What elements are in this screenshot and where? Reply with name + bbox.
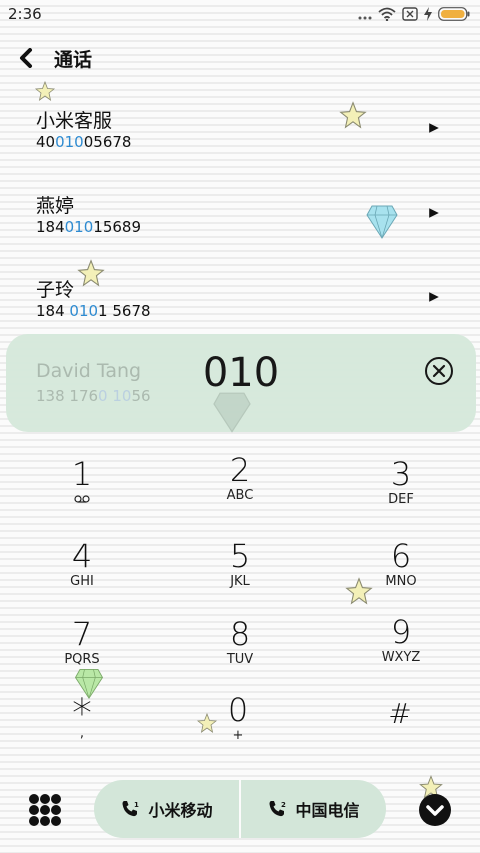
- page-title: 通话: [54, 49, 93, 71]
- key-4[interactable]: 4 GHI: [12, 538, 152, 608]
- diamond-sticker-icon: [366, 205, 398, 239]
- svg-text:1: 1: [134, 801, 139, 809]
- phone-sim2-icon: 2: [269, 801, 286, 817]
- contact-number: 18401015689: [36, 218, 141, 236]
- clear-icon: [425, 357, 453, 385]
- call-sim2-button[interactable]: 2 中国电信: [241, 780, 386, 838]
- contact-number: 4001005678: [36, 133, 132, 151]
- sim-x-icon: [402, 6, 418, 25]
- diamond-sticker-icon: [213, 392, 251, 433]
- grid-icon: [29, 794, 61, 826]
- phone-sim1-icon: 1: [122, 801, 139, 817]
- key-3[interactable]: 3 DEF: [331, 456, 471, 526]
- star-sticker-icon: [339, 101, 367, 129]
- collapse-icon: [419, 794, 451, 826]
- wifi-icon: [378, 6, 396, 25]
- key-hash[interactable]: #: [330, 696, 470, 766]
- key-5[interactable]: 5 JKL: [170, 538, 310, 608]
- play-arrow-icon[interactable]: [428, 207, 440, 219]
- sim-call-group: 1 小米移动 2 中国电信: [94, 780, 386, 838]
- dots-icon: [358, 6, 372, 25]
- voicemail-icon: [12, 492, 152, 508]
- star-sticker-icon: [345, 577, 373, 605]
- contact-name: 小米客服: [36, 110, 113, 132]
- contact-name: 子玲: [36, 279, 75, 301]
- status-bar: 2:36: [0, 0, 480, 28]
- contact-name: 燕婷: [36, 195, 75, 217]
- call-sim1-button[interactable]: 1 小米移动: [94, 780, 239, 838]
- play-arrow-icon[interactable]: [428, 122, 440, 134]
- keypad-toggle-button[interactable]: [28, 793, 62, 827]
- status-icons: [358, 6, 470, 25]
- back-icon: [20, 48, 32, 68]
- diamond-sticker-icon: [74, 668, 104, 700]
- bottom-bar: 1 小米移动 2 中国电信: [0, 778, 480, 842]
- contact-row[interactable]: 小米客服 4001005678: [0, 106, 480, 186]
- key-2[interactable]: 2 ABC: [170, 452, 310, 522]
- header: 通话: [0, 40, 480, 76]
- clear-button[interactable]: [424, 356, 454, 386]
- back-button[interactable]: [14, 46, 38, 70]
- contact-row[interactable]: 燕婷 18401015689: [0, 191, 480, 271]
- collapse-keypad-button[interactable]: [418, 793, 452, 827]
- key-1[interactable]: 1: [12, 456, 152, 526]
- star-sticker-icon: [34, 80, 56, 101]
- key-0[interactable]: 0 +: [168, 692, 308, 762]
- key-8[interactable]: 8 TUV: [170, 616, 310, 686]
- status-time: 2:36: [8, 5, 42, 23]
- key-star[interactable]: * ,: [12, 694, 152, 766]
- svg-text:2: 2: [281, 801, 286, 809]
- play-arrow-icon[interactable]: [428, 291, 440, 303]
- star-sticker-icon: [196, 712, 218, 733]
- charging-icon: [424, 6, 432, 25]
- contact-number: 184 0101 5678: [36, 302, 151, 320]
- key-9[interactable]: 9 WXYZ: [331, 614, 471, 684]
- star-sticker-icon: [77, 259, 105, 287]
- battery-icon: [438, 6, 470, 25]
